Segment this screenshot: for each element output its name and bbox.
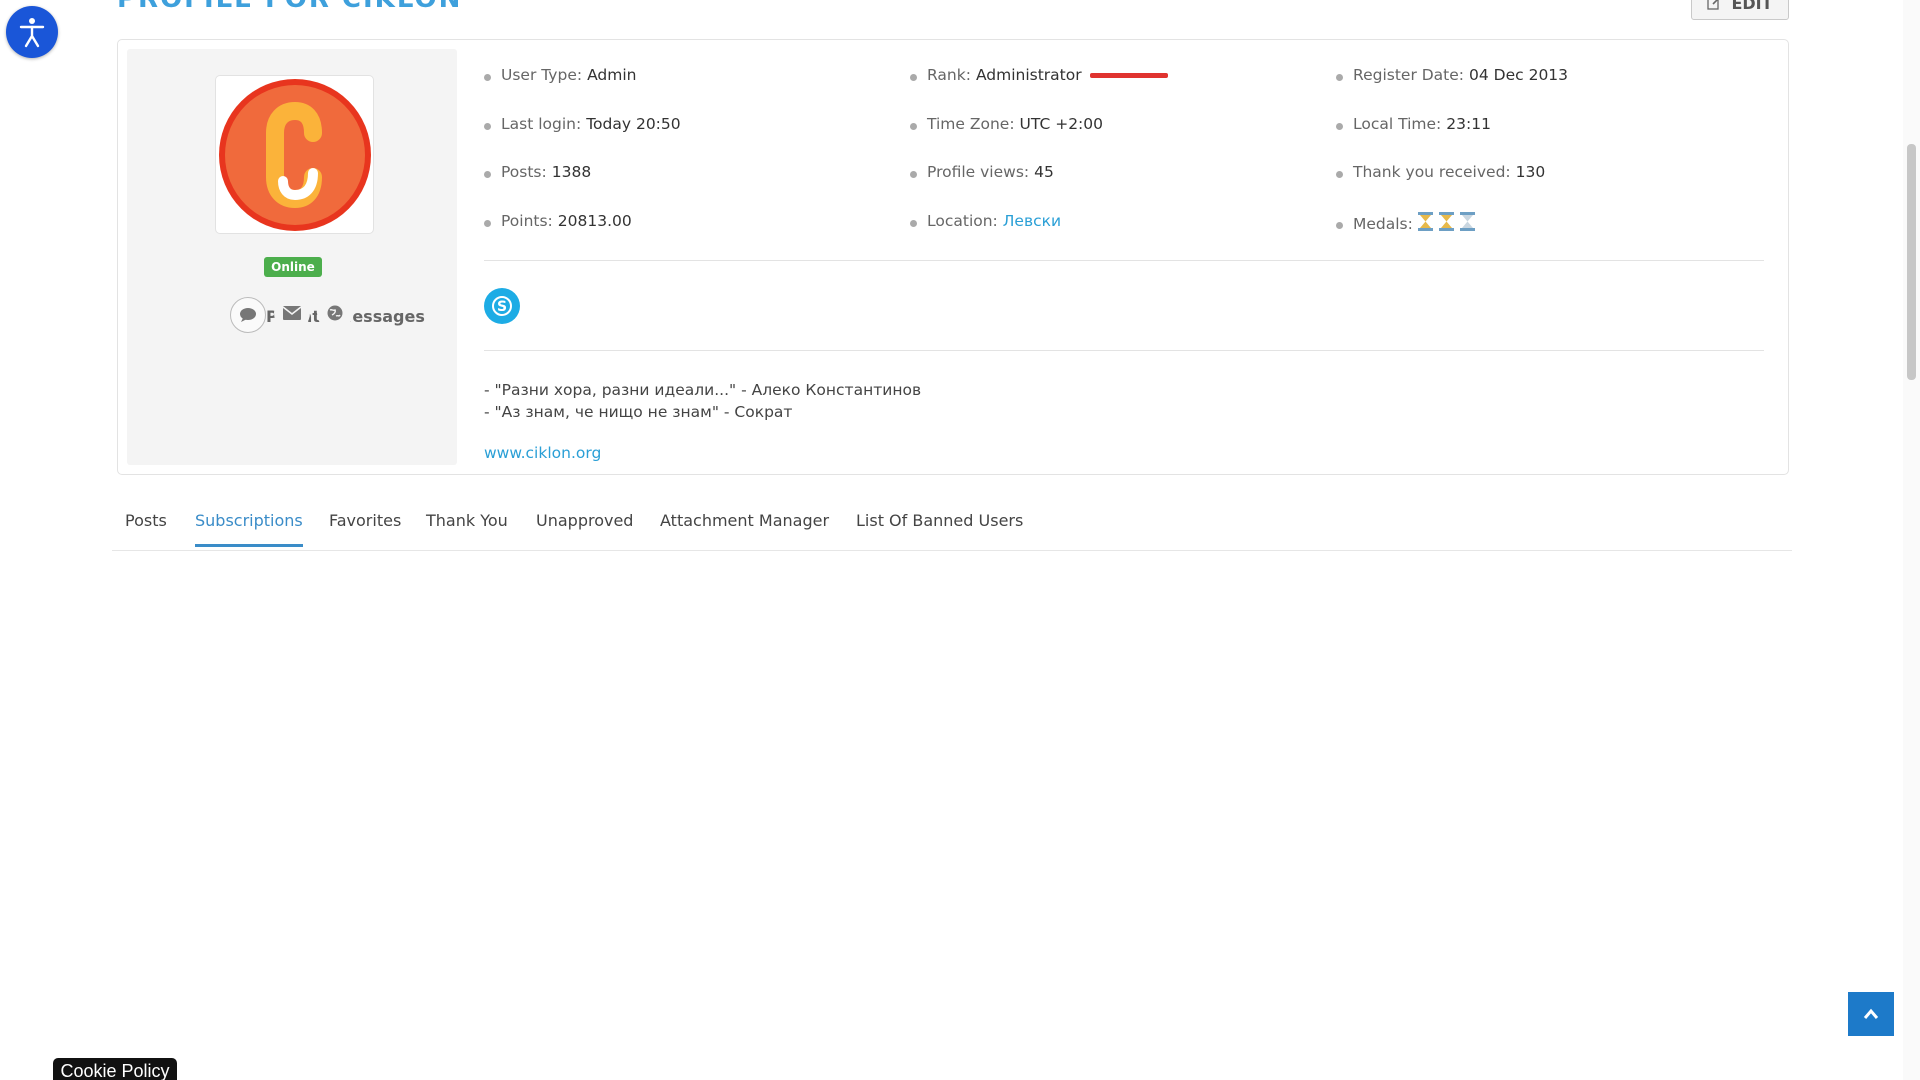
info-time-zone: Time Zone: UTC +2:00 [910, 115, 1103, 133]
info-value: Administrator [975, 66, 1082, 84]
info-label: Thank you received: [1353, 163, 1511, 181]
info-value: 45 [1034, 163, 1054, 181]
info-label: Time Zone: [927, 115, 1015, 133]
info-points: Points: 20813.00 [484, 212, 632, 230]
bullet-icon [484, 219, 491, 227]
info-thank-you-received: Thank you received: 130 [1336, 163, 1545, 181]
info-value: UTC +2:00 [1019, 115, 1103, 133]
info-user-type: User Type: Admin [484, 66, 637, 84]
avatar-column: Online Private Messages [127, 49, 457, 465]
divider [484, 260, 1764, 261]
avatar-logo-image [218, 78, 371, 231]
tab-posts[interactable]: Posts [125, 511, 167, 544]
tab-favorites[interactable]: Favorites [329, 511, 401, 544]
globe-icon [327, 305, 343, 321]
tab-subscriptions[interactable]: Subscriptions [195, 511, 303, 547]
info-label: Location: [927, 212, 998, 230]
skype-icon[interactable]: S [484, 288, 520, 324]
bullet-icon [910, 170, 917, 178]
info-rank: Rank: Administrator [910, 66, 1168, 84]
tab-attachment-manager[interactable]: Attachment Manager [660, 511, 829, 544]
bullet-icon [1336, 122, 1343, 130]
info-label: Register Date: [1353, 66, 1465, 84]
avatar [215, 75, 374, 234]
bullet-icon [910, 219, 917, 227]
bullet-icon [484, 73, 491, 81]
website-link[interactable]: www.ciklon.org [484, 444, 601, 462]
divider [484, 350, 1764, 351]
info-value: 20813.00 [557, 212, 632, 230]
send-email-button[interactable] [274, 295, 310, 331]
info-medals: Medals: [1336, 212, 1476, 235]
bullet-icon [1336, 222, 1343, 229]
signature-line: - "Разни хора, разни идеали..." - Алеко … [484, 381, 922, 399]
hourglass-icon[interactable] [1459, 212, 1476, 235]
info-value: 04 Dec 2013 [1469, 66, 1569, 84]
tab-banned-users[interactable]: List Of Banned Users [856, 511, 1023, 544]
tab-thank-you[interactable]: Thank You [426, 511, 508, 544]
info-value: Admin [587, 66, 637, 84]
info-location: Location: Левски [910, 212, 1061, 230]
status-badge: Online [264, 257, 322, 277]
bullet-icon [1336, 73, 1343, 81]
scrollbar-thumb[interactable] [1907, 144, 1916, 380]
edit-button-label: EDIT [1731, 0, 1773, 13]
info-label: User Type: [501, 66, 583, 84]
svg-text:S: S [497, 299, 507, 315]
back-to-top-button[interactable] [1848, 992, 1894, 1036]
signature-line: - "Аз знам, че нищо не знам" - Сократ [484, 403, 793, 421]
accessibility-icon [19, 18, 45, 48]
info-label: Last login: [501, 115, 582, 133]
bullet-icon [910, 73, 917, 81]
bullet-icon [484, 122, 491, 130]
info-label: Medals: [1353, 214, 1413, 233]
chevron-up-icon [1863, 1008, 1879, 1019]
envelope-icon [283, 306, 301, 320]
bullet-icon [1336, 170, 1343, 178]
page-title: PROFILE FOR CIKLON [117, 0, 462, 14]
signature: - "Разни хора, разни идеали..." - Алеко … [484, 379, 921, 423]
private-message-button[interactable] [230, 297, 266, 333]
bullet-icon [484, 170, 491, 178]
profile-card: Online Private Messages [117, 39, 1789, 475]
info-posts: Posts: 1388 [484, 163, 591, 181]
info-register-date: Register Date: 04 Dec 2013 [1336, 66, 1568, 84]
accessibility-button[interactable] [6, 6, 58, 58]
info-label: Points: [501, 212, 553, 230]
info-value: Today 20:50 [586, 115, 681, 133]
info-label: Profile views: [927, 163, 1030, 181]
info-profile-views: Profile views: 45 [910, 163, 1054, 181]
info-last-login: Last login: Today 20:50 [484, 115, 681, 133]
info-value: 23:11 [1446, 115, 1491, 133]
chat-bubble-icon [240, 308, 256, 322]
edit-profile-button[interactable]: EDIT [1691, 0, 1789, 20]
info-value: 130 [1515, 163, 1546, 181]
profile-page: PROFILE FOR CIKLON EDIT Online Private M… [0, 0, 1920, 1080]
info-label: Local Time: [1353, 115, 1442, 133]
rank-bar [1089, 72, 1168, 78]
info-label: Rank: [927, 66, 971, 84]
tab-unapproved[interactable]: Unapproved [536, 511, 633, 544]
bullet-icon [910, 122, 917, 130]
cookie-policy-button[interactable]: Cookie Policy [53, 1058, 177, 1080]
info-local-time: Local Time: 23:11 [1336, 115, 1491, 133]
profile-tabs: Posts Subscriptions Favorites Thank You … [112, 495, 1792, 551]
hourglass-icon[interactable] [1417, 212, 1434, 235]
edit-icon [1707, 0, 1720, 10]
info-label: Posts: [501, 163, 547, 181]
info-value: 1388 [551, 163, 592, 181]
contact-actions: Private Messages [230, 295, 430, 335]
website-button[interactable] [317, 295, 353, 331]
hourglass-icon[interactable] [1438, 212, 1455, 235]
location-link[interactable]: Левски [1003, 212, 1061, 230]
